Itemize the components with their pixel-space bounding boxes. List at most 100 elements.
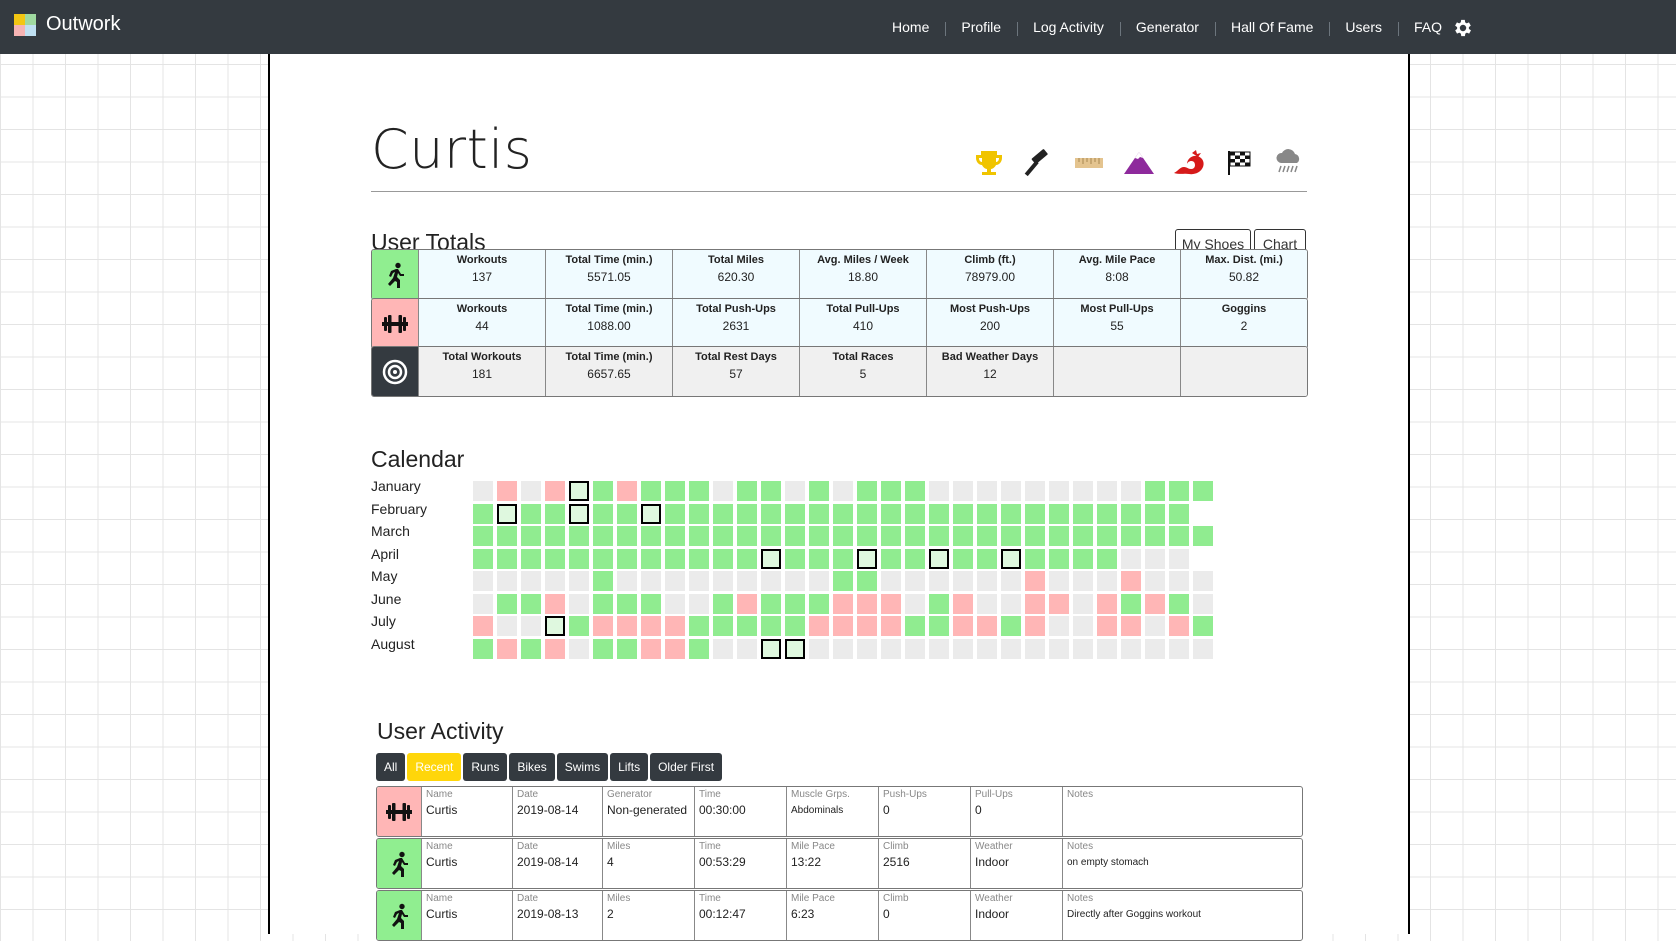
calendar-day[interactable] [737,526,757,546]
calendar-day[interactable] [929,616,949,636]
calendar-day[interactable] [905,503,925,524]
calendar-day[interactable] [1145,616,1165,636]
calendar-day[interactable] [569,548,589,569]
calendar-day[interactable] [1193,616,1213,636]
calendar-day[interactable] [929,571,949,591]
calendar-day[interactable] [713,503,733,524]
calendar-day[interactable] [521,571,541,591]
calendar-day[interactable] [713,571,733,591]
calendar-day[interactable] [545,593,565,614]
calendar-day[interactable] [1001,503,1021,524]
calendar-day[interactable] [1073,503,1093,524]
calendar-day[interactable] [1049,638,1069,659]
calendar-day[interactable] [785,638,805,659]
calendar-day[interactable] [953,526,973,546]
calendar-day[interactable] [1121,593,1141,614]
calendar-day[interactable] [473,481,493,501]
gear-icon[interactable] [1452,17,1474,39]
calendar-day[interactable] [665,481,685,501]
calendar-day[interactable] [929,638,949,659]
calendar-day[interactable] [1097,481,1117,501]
calendar-day[interactable] [857,638,877,659]
nav-generator[interactable]: Generator [1119,19,1215,36]
calendar-day[interactable] [1025,571,1045,591]
calendar-day[interactable] [1193,593,1213,614]
calendar-day[interactable] [1169,571,1189,591]
calendar-day[interactable] [1097,503,1117,524]
calendar-day[interactable] [569,638,589,659]
nav-log-activity[interactable]: Log Activity [1017,19,1120,36]
calendar-day[interactable] [761,481,781,501]
filter-lifts-button[interactable]: Lifts [610,753,649,781]
calendar-day[interactable] [881,571,901,591]
calendar-day[interactable] [473,571,493,591]
calendar-day[interactable] [1073,571,1093,591]
calendar-day[interactable] [1073,481,1093,501]
calendar-day[interactable] [737,503,757,524]
calendar-day[interactable] [833,638,853,659]
calendar-day[interactable] [761,571,781,591]
calendar-day[interactable] [905,526,925,546]
calendar-day[interactable] [641,548,661,569]
calendar-day[interactable] [689,593,709,614]
calendar-day[interactable] [641,593,661,614]
calendar-day[interactable] [1001,593,1021,614]
calendar-day[interactable] [953,571,973,591]
calendar-day[interactable] [977,526,997,546]
calendar-day[interactable] [809,481,829,501]
calendar-day[interactable] [737,593,757,614]
calendar-day[interactable] [953,593,973,614]
nav-users[interactable]: Users [1329,19,1398,36]
calendar-day[interactable] [593,503,613,524]
calendar-day[interactable] [665,526,685,546]
calendar-day[interactable] [809,503,829,524]
calendar-day[interactable] [785,616,805,636]
calendar-day[interactable] [1121,526,1141,546]
calendar-day[interactable] [905,616,925,636]
calendar-day[interactable] [1049,593,1069,614]
calendar-day[interactable] [1169,503,1189,524]
calendar-day[interactable] [785,503,805,524]
calendar-day[interactable] [1193,638,1213,659]
calendar-day[interactable] [977,571,997,591]
calendar-day[interactable] [1073,526,1093,546]
calendar-day[interactable] [833,616,853,636]
calendar-day[interactable] [833,481,853,501]
calendar-day[interactable] [569,503,589,524]
calendar-day[interactable] [665,638,685,659]
brand-link[interactable]: Outwork [14,13,120,36]
filter-all-button[interactable]: All [376,753,406,781]
calendar-day[interactable] [953,548,973,569]
calendar-day[interactable] [521,503,541,524]
calendar-day[interactable] [545,638,565,659]
calendar-day[interactable] [881,481,901,501]
calendar-day[interactable] [545,571,565,591]
calendar-day[interactable] [641,638,661,659]
calendar-day[interactable] [785,571,805,591]
calendar-day[interactable] [497,616,517,636]
calendar-day[interactable] [689,526,709,546]
calendar-day[interactable] [761,593,781,614]
calendar-day[interactable] [689,571,709,591]
calendar-day[interactable] [953,616,973,636]
calendar-day[interactable] [809,593,829,614]
calendar-day[interactable] [1025,481,1045,501]
calendar-day[interactable] [881,503,901,524]
calendar-day[interactable] [785,593,805,614]
calendar-day[interactable] [857,593,877,614]
calendar-day[interactable] [641,503,661,524]
calendar-day[interactable] [521,593,541,614]
rain-cloud-icon[interactable] [1272,147,1306,179]
calendar-day[interactable] [665,571,685,591]
calendar-day[interactable] [1169,481,1189,501]
calendar-day[interactable] [1073,616,1093,636]
calendar-day[interactable] [737,548,757,569]
calendar-day[interactable] [737,481,757,501]
calendar-day[interactable] [593,638,613,659]
calendar-day[interactable] [1049,503,1069,524]
calendar-day[interactable] [1073,548,1093,569]
calendar-day[interactable] [929,526,949,546]
calendar-day[interactable] [857,503,877,524]
calendar-day[interactable] [857,526,877,546]
calendar-day[interactable] [1025,548,1045,569]
